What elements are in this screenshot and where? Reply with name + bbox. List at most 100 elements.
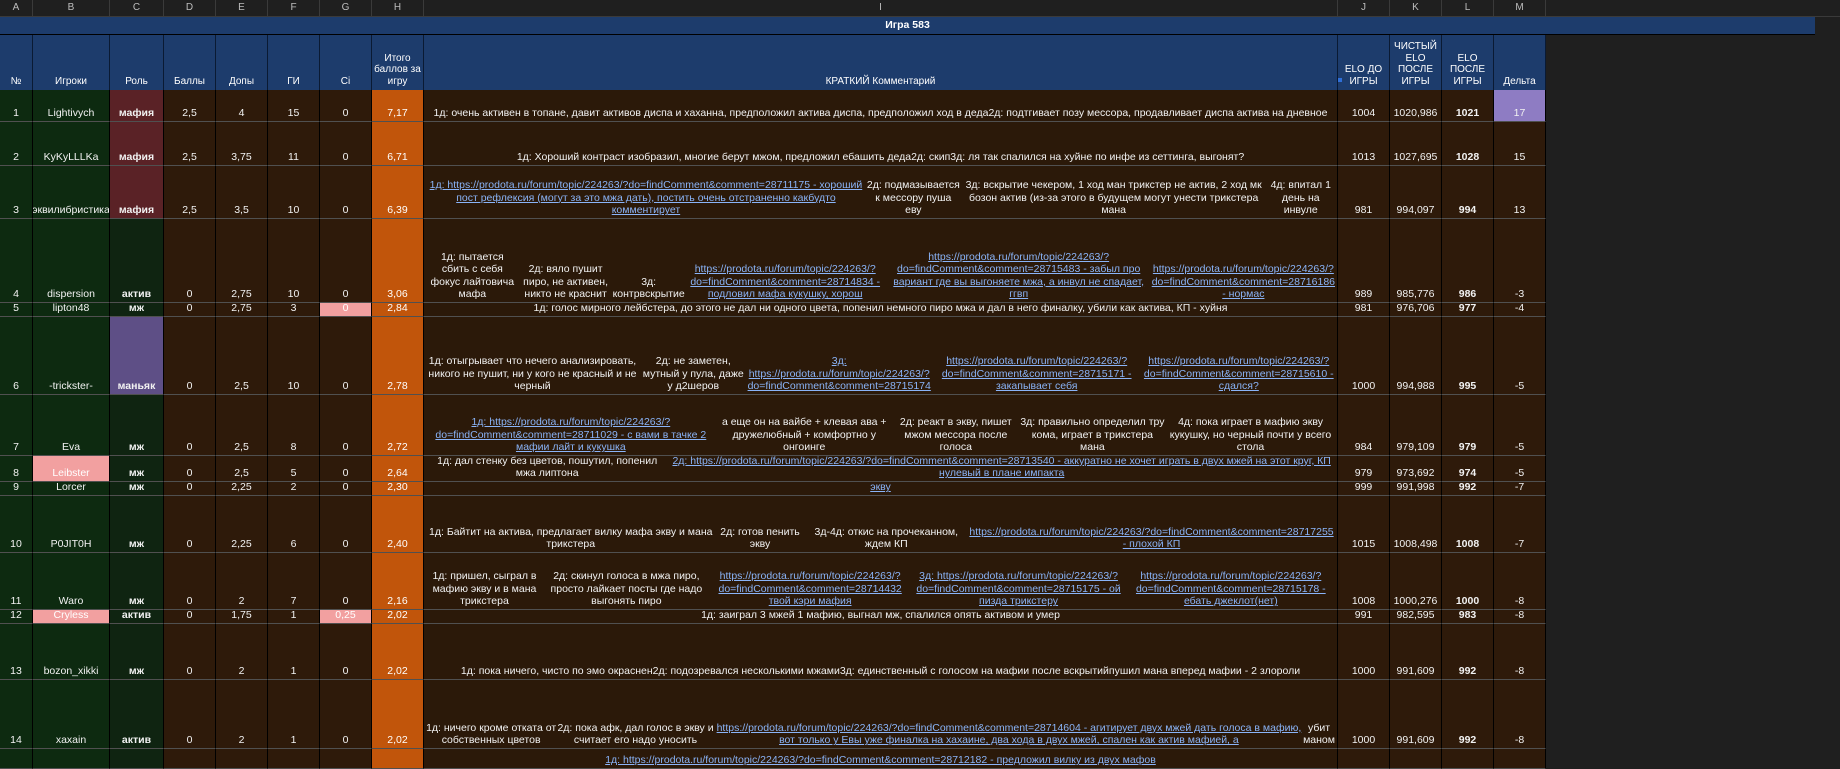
column-header-d[interactable]: D [164, 0, 216, 16]
header-num[interactable]: № [0, 35, 33, 90]
comment-line[interactable]: https://prodota.ru/forum/topic/224263/?d… [710, 570, 911, 608]
elo-after-cell[interactable]: 974 [1442, 456, 1494, 482]
total-cell[interactable]: 2,02 [372, 680, 424, 749]
elo-clean-cell[interactable]: 982,595 [1390, 610, 1442, 624]
comment-line[interactable]: 2д: подтгивает позу мессора, продавливае… [988, 107, 1327, 120]
player-name[interactable]: Lightivych [33, 90, 110, 122]
gi-cell[interactable]: 10 [268, 219, 320, 303]
elo-after-cell[interactable]: 992 [1442, 624, 1494, 680]
comment-line[interactable]: 3д: ля так спалился на хуйне по инфе из … [950, 151, 1244, 164]
elo-after-cell[interactable]: 1008 [1442, 496, 1494, 553]
dop-cell[interactable]: 2,5 [216, 395, 268, 456]
gi-cell[interactable] [268, 749, 320, 769]
column-header-j[interactable]: J [1338, 0, 1390, 16]
role-cell[interactable]: мафия [110, 122, 164, 166]
comment-cell[interactable]: 1д: ничего кроме отката от собственных ц… [424, 680, 1338, 749]
player-name[interactable] [33, 749, 110, 769]
comment-cell[interactable]: 1д: заиграл 3 мжей 1 мафию, выгнал мж, с… [424, 610, 1338, 624]
comment-line[interactable]: https://prodota.ru/forum/topic/224263/?d… [931, 355, 1143, 393]
delta-cell[interactable]: -5 [1494, 456, 1546, 482]
delta-cell[interactable]: -4 [1494, 303, 1546, 317]
score-cell[interactable]: 2,5 [164, 122, 216, 166]
player-name[interactable]: bozon_xikki [33, 624, 110, 680]
comment-line[interactable]: 2д: подозревался несколькими мжами [653, 665, 840, 678]
comment-line[interactable]: 1д: заиграл 3 мжей 1 мафию, выгнал мж, с… [701, 610, 1060, 622]
elo-before-cell[interactable]: 981 [1338, 303, 1390, 317]
total-cell[interactable]: 2,02 [372, 624, 424, 680]
total-cell[interactable]: 3,06 [372, 219, 424, 303]
delta-cell[interactable]: -8 [1494, 553, 1546, 610]
role-cell[interactable]: маньяк [110, 317, 164, 395]
elo-after-cell[interactable]: 995 [1442, 317, 1494, 395]
comment-line[interactable]: 3д: вскрытие чекером, 1 ход ман трикстер… [961, 179, 1267, 217]
player-name[interactable]: Waro [33, 553, 110, 610]
column-header-b[interactable]: B [33, 0, 110, 16]
role-cell[interactable]: мж [110, 624, 164, 680]
comment-cell[interactable]: 1д: Хороший контраст изобразил, многие б… [424, 122, 1338, 166]
row-number[interactable]: 8 [0, 456, 33, 482]
total-cell[interactable]: 7,17 [372, 90, 424, 122]
ci-cell[interactable]: 0 [320, 456, 372, 482]
role-cell[interactable]: мж [110, 553, 164, 610]
comment-line[interactable]: 1д: Хороший контраст изобразил, многие б… [517, 151, 911, 164]
delta-cell[interactable]: -8 [1494, 624, 1546, 680]
comment-cell[interactable]: 1д: дал стенку без цветов, пошутил, попе… [424, 456, 1338, 482]
header-total[interactable]: Итого баллов за игру [372, 35, 424, 90]
score-cell[interactable]: 2,5 [164, 166, 216, 219]
elo-clean-cell[interactable]: 991,609 [1390, 680, 1442, 749]
elo-before-cell[interactable]: 1000 [1338, 317, 1390, 395]
score-cell[interactable]: 0 [164, 624, 216, 680]
comment-cell[interactable]: 1д: пока ничего, чисто по эмо окраснен 2д… [424, 624, 1338, 680]
comment-cell[interactable]: 1д: https://prodota.ru/forum/topic/22426… [424, 482, 1338, 496]
gi-cell[interactable]: 7 [268, 553, 320, 610]
header-elo-before[interactable]: ELO ДО ИГРЫ [1338, 35, 1390, 90]
comment-line[interactable]: https://prodota.ru/forum/topic/224263/?d… [1152, 263, 1335, 301]
elo-after-cell[interactable]: 1021 [1442, 90, 1494, 122]
column-header-i[interactable]: I [424, 0, 1338, 16]
comment-line[interactable]: а еще он на вайбе + клевая ава + дружелю… [716, 416, 893, 454]
player-name[interactable]: lipton48 [33, 303, 110, 317]
comment-line[interactable]: 4д: пока играет в мафию экву кукушку, но… [1166, 416, 1335, 454]
comment-line[interactable]: пушил мана вперед мафии - 2 злороли [1109, 665, 1300, 678]
elo-clean-cell[interactable] [1390, 749, 1442, 769]
score-cell[interactable]: 2,5 [164, 90, 216, 122]
player-name[interactable]: эквилибристика [33, 166, 110, 219]
ci-cell[interactable] [320, 749, 372, 769]
ci-cell[interactable]: 0 [320, 624, 372, 680]
comment-cell[interactable]: 1д: отыгрывает что нечего анализировать,… [424, 317, 1338, 395]
comment-line[interactable]: 2д: скип [911, 151, 950, 164]
role-cell[interactable]: мж [110, 496, 164, 553]
column-header-c[interactable]: C [110, 0, 164, 16]
role-cell[interactable]: мж [110, 456, 164, 482]
score-cell[interactable]: 0 [164, 456, 216, 482]
gi-cell[interactable]: 10 [268, 317, 320, 395]
elo-clean-cell[interactable]: 1008,498 [1390, 496, 1442, 553]
comment-cell[interactable]: 1д: https://prodota.ru/forum/topic/22426… [424, 395, 1338, 456]
elo-after-cell[interactable]: 977 [1442, 303, 1494, 317]
comment-line[interactable]: 3д-4д: откис на прочеканном, ждем КП [805, 526, 969, 551]
ci-cell[interactable]: 0 [320, 219, 372, 303]
gi-cell[interactable]: 1 [268, 680, 320, 749]
ci-cell[interactable]: 0 [320, 553, 372, 610]
delta-cell[interactable]: -7 [1494, 496, 1546, 553]
score-cell[interactable]: 0 [164, 317, 216, 395]
dop-cell[interactable]: 2,25 [216, 482, 268, 496]
comment-line[interactable]: https://prodota.ru/forum/topic/224263/?d… [968, 526, 1335, 551]
player-name[interactable]: dispersion [33, 219, 110, 303]
elo-before-cell[interactable]: 1013 [1338, 122, 1390, 166]
dop-cell[interactable] [216, 749, 268, 769]
column-header-m[interactable]: M [1494, 0, 1546, 16]
elo-after-cell[interactable]: 994 [1442, 166, 1494, 219]
column-header-g[interactable]: G [320, 0, 372, 16]
header-delta[interactable]: Дельта [1494, 35, 1546, 90]
ci-cell[interactable]: 0,25 [320, 610, 372, 624]
comment-line[interactable]: 2д: не заметен, мутный у пула, даже у д2… [639, 355, 748, 393]
row-number[interactable]: 12 [0, 610, 33, 624]
comment-line[interactable]: https://prodota.ru/forum/topic/224263/?d… [715, 722, 1303, 747]
column-header-k[interactable]: K [1390, 0, 1442, 16]
ci-cell[interactable]: 0 [320, 680, 372, 749]
delta-cell[interactable]: -3 [1494, 219, 1546, 303]
elo-after-cell[interactable]: 992 [1442, 482, 1494, 496]
ci-cell[interactable]: 0 [320, 166, 372, 219]
player-name[interactable]: Leibster [33, 456, 110, 482]
